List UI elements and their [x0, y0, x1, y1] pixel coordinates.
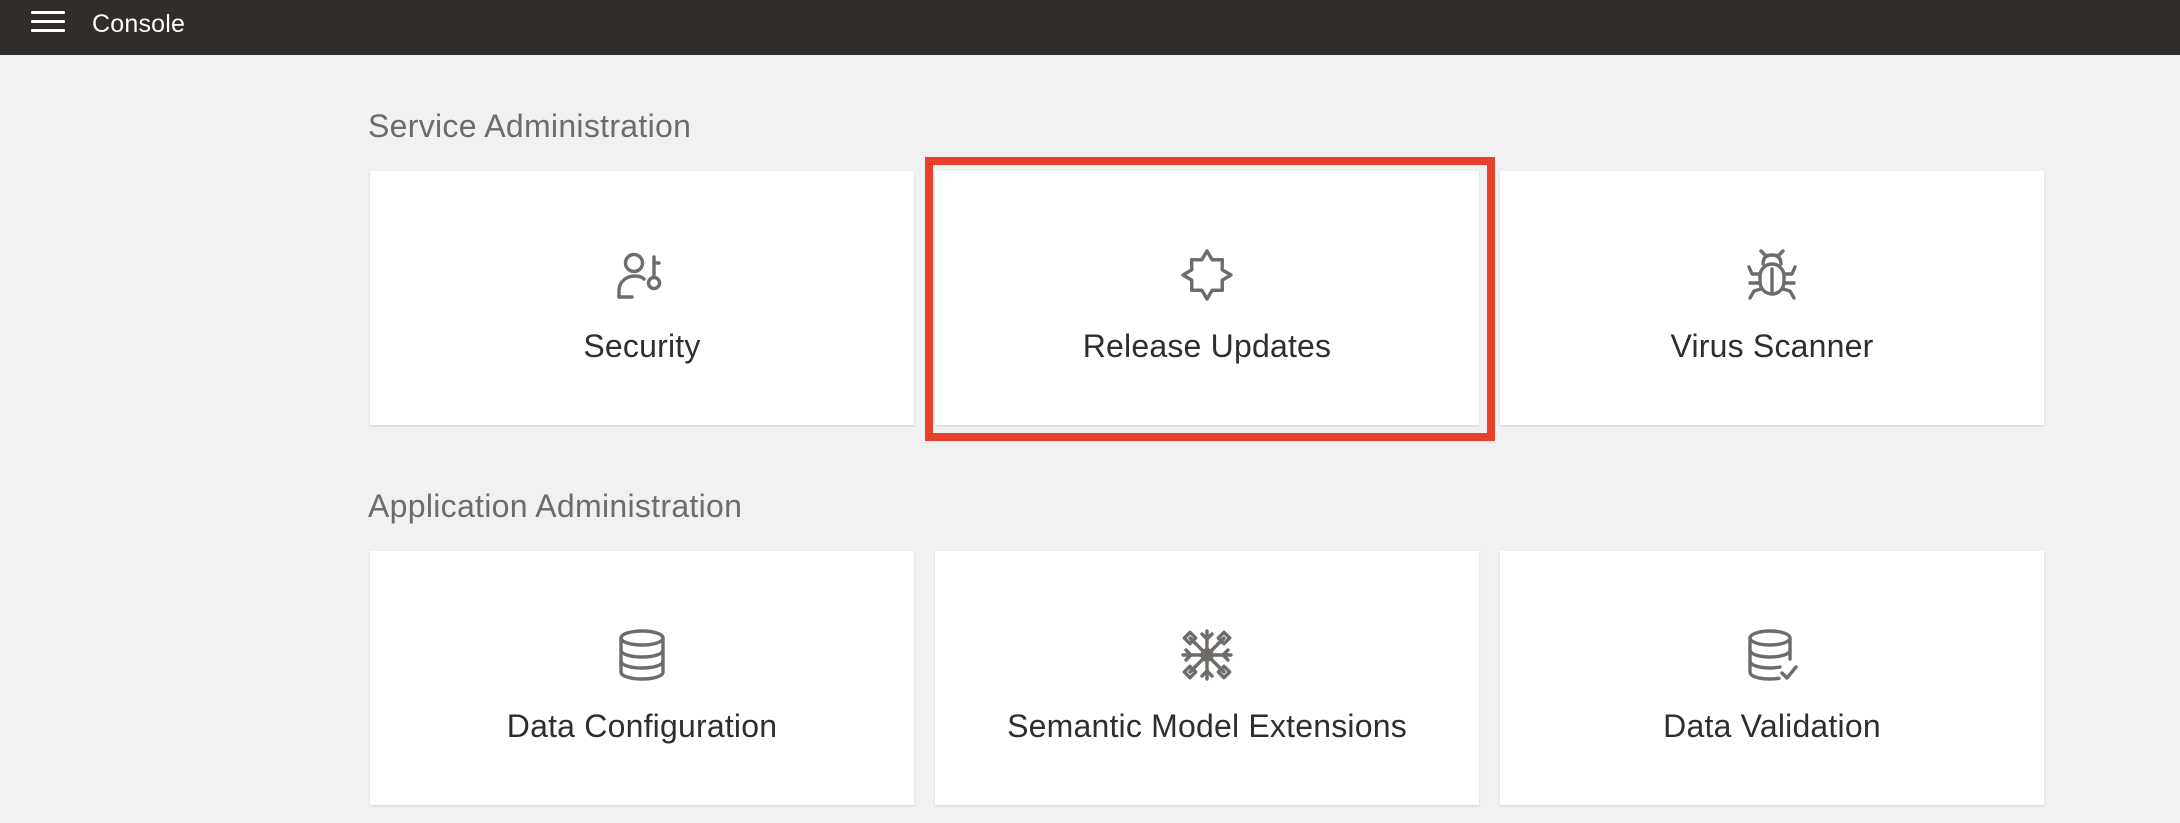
- card-security[interactable]: Security: [370, 171, 914, 425]
- hamburger-menu-icon[interactable]: [31, 8, 65, 34]
- card-label: Semantic Model Extensions: [1007, 708, 1407, 744]
- card-label: Release Updates: [1082, 328, 1332, 364]
- top-bar: Console: [0, 0, 2180, 55]
- card-label: Data Validation: [1663, 708, 1881, 744]
- section-title-application-administration: Application Administration: [368, 488, 743, 524]
- app-title: Console: [92, 10, 186, 38]
- database-check-icon: [1744, 627, 1800, 683]
- snowflake-network-icon: [1179, 627, 1235, 683]
- card-semantic-model-extensions[interactable]: Semantic Model Extensions: [935, 551, 1479, 805]
- card-label: Data Configuration: [506, 708, 778, 744]
- user-key-icon: [614, 247, 670, 303]
- card-label: Virus Scanner: [1670, 328, 1874, 364]
- starburst-badge-icon: [1179, 247, 1235, 303]
- card-virus-scanner[interactable]: Virus Scanner: [1500, 171, 2044, 425]
- card-label: Security: [583, 328, 701, 364]
- bug-icon: [1744, 247, 1800, 303]
- database-icon: [614, 627, 670, 683]
- card-data-validation[interactable]: Data Validation: [1500, 551, 2044, 805]
- card-data-configuration[interactable]: Data Configuration: [370, 551, 914, 805]
- section-title-service-administration: Service Administration: [368, 108, 692, 144]
- card-release-updates[interactable]: Release Updates: [935, 171, 1479, 425]
